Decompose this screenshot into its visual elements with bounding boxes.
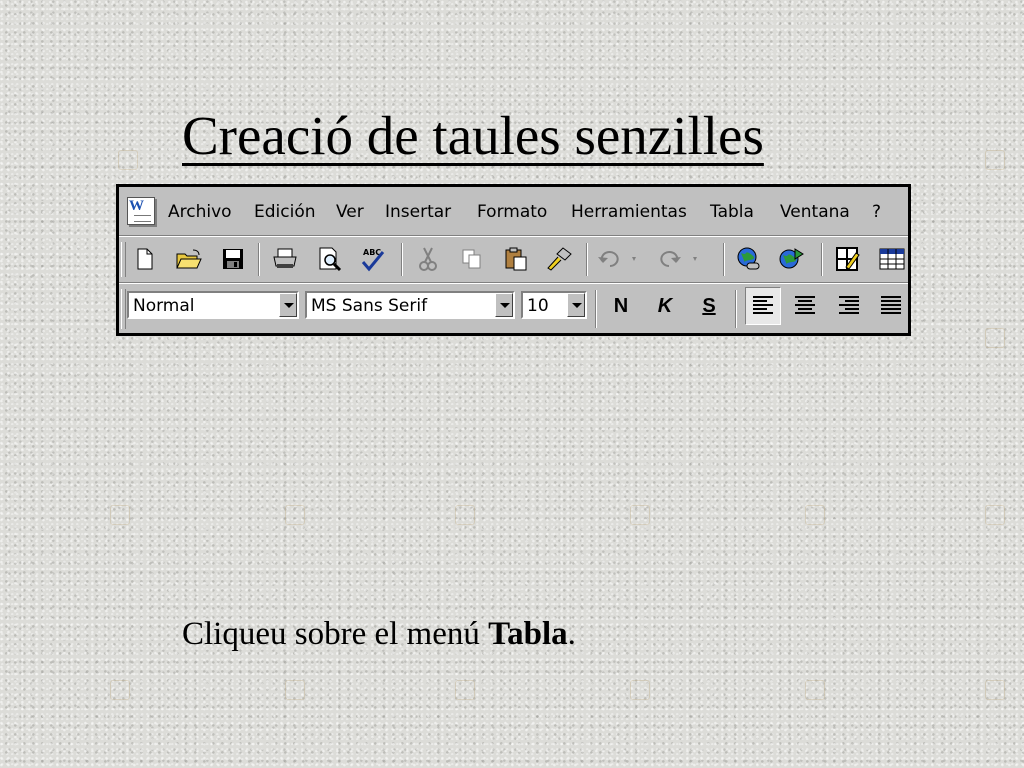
justify-icon[interactable] bbox=[875, 290, 907, 322]
menu-archivo[interactable]: Archivo bbox=[167, 201, 233, 223]
slide-title: Creació de taules senzilles bbox=[182, 105, 764, 166]
chevron-down-icon[interactable] bbox=[279, 293, 297, 317]
menu-insertar[interactable]: Insertar bbox=[384, 201, 452, 223]
spelling-icon[interactable]: ABC bbox=[357, 243, 389, 275]
style-value: Normal bbox=[133, 296, 195, 316]
instruction-text: Cliqueu sobre el menú Tabla. bbox=[182, 616, 576, 653]
paste-icon[interactable] bbox=[500, 243, 532, 275]
bold-button[interactable]: N bbox=[605, 290, 637, 322]
copy-icon[interactable] bbox=[456, 243, 488, 275]
menu-bar: Archivo Edición Ver Insertar Formato Her… bbox=[119, 187, 908, 236]
menu-edicion[interactable]: Edición bbox=[253, 201, 317, 223]
print-preview-icon[interactable] bbox=[314, 243, 346, 275]
insert-hyperlink-icon[interactable] bbox=[733, 243, 765, 275]
font-size-dropdown[interactable]: 10 bbox=[521, 291, 587, 319]
watermark-icon bbox=[110, 505, 130, 525]
toolbar-separator bbox=[586, 243, 588, 276]
style-dropdown[interactable]: Normal bbox=[127, 291, 299, 319]
save-icon[interactable] bbox=[217, 243, 249, 275]
undo-icon[interactable] bbox=[595, 243, 641, 275]
watermark-icon bbox=[985, 328, 1005, 348]
watermark-icon bbox=[985, 150, 1005, 170]
bold-label: N bbox=[613, 294, 629, 317]
watermark-icon bbox=[985, 680, 1005, 700]
watermark-icon bbox=[630, 680, 650, 700]
menu-formato[interactable]: Formato bbox=[476, 201, 548, 223]
toolbar-separator bbox=[723, 243, 725, 276]
toolbar-separator bbox=[735, 290, 737, 328]
watermark-icon bbox=[985, 505, 1005, 525]
chevron-down-icon[interactable] bbox=[567, 293, 585, 317]
watermark-icon bbox=[630, 505, 650, 525]
open-folder-icon[interactable] bbox=[173, 243, 205, 275]
underline-label: S bbox=[702, 294, 716, 317]
watermark-icon bbox=[118, 150, 138, 170]
print-icon[interactable] bbox=[269, 243, 301, 275]
watermark-icon bbox=[805, 505, 825, 525]
font-size-value: 10 bbox=[527, 296, 549, 316]
underline-button[interactable]: S bbox=[693, 290, 725, 322]
menu-ver[interactable]: Ver bbox=[335, 201, 365, 223]
tables-borders-icon[interactable] bbox=[832, 243, 864, 275]
italic-label: K bbox=[657, 294, 673, 317]
watermark-icon bbox=[455, 505, 475, 525]
word-document-icon[interactable] bbox=[127, 197, 155, 225]
toolbar-separator bbox=[821, 243, 823, 276]
align-right-icon[interactable] bbox=[833, 290, 865, 322]
new-doc-icon[interactable] bbox=[129, 243, 161, 275]
toolbar-grip[interactable] bbox=[121, 242, 126, 277]
align-center-icon[interactable] bbox=[789, 290, 821, 322]
toolbar-grip[interactable] bbox=[121, 289, 126, 329]
font-value: MS Sans Serif bbox=[311, 296, 428, 316]
toolbar-separator bbox=[258, 243, 260, 276]
italic-button[interactable]: K bbox=[649, 290, 681, 322]
cut-icon[interactable] bbox=[412, 243, 444, 275]
watermark-icon bbox=[805, 680, 825, 700]
instruction-bold: Tabla bbox=[488, 616, 568, 652]
menu-ventana[interactable]: Ventana bbox=[779, 201, 851, 223]
watermark-icon bbox=[110, 680, 130, 700]
format-painter-icon[interactable] bbox=[543, 243, 575, 275]
font-dropdown[interactable]: MS Sans Serif bbox=[305, 291, 515, 319]
menu-herramientas[interactable]: Herramientas bbox=[570, 201, 688, 223]
toolbar-separator bbox=[401, 243, 403, 276]
formatting-toolbar: Normal MS Sans Serif 10 N K S bbox=[119, 283, 908, 333]
word-window: Archivo Edición Ver Insertar Formato Her… bbox=[116, 184, 911, 336]
redo-icon[interactable] bbox=[656, 243, 702, 275]
watermark-icon bbox=[285, 680, 305, 700]
standard-toolbar: ABC bbox=[119, 236, 908, 283]
menu-tabla[interactable]: Tabla bbox=[709, 201, 755, 223]
watermark-icon bbox=[285, 505, 305, 525]
watermark-icon bbox=[455, 680, 475, 700]
toolbar-separator bbox=[595, 290, 597, 328]
chevron-down-icon[interactable] bbox=[495, 293, 513, 317]
insert-table-icon[interactable] bbox=[876, 243, 908, 275]
align-left-icon[interactable] bbox=[745, 287, 781, 325]
web-toolbar-icon[interactable] bbox=[775, 243, 807, 275]
instruction-prefix: Cliqueu sobre el menú bbox=[182, 616, 489, 652]
instruction-suffix: . bbox=[567, 616, 576, 652]
menu-help[interactable]: ? bbox=[871, 201, 882, 223]
